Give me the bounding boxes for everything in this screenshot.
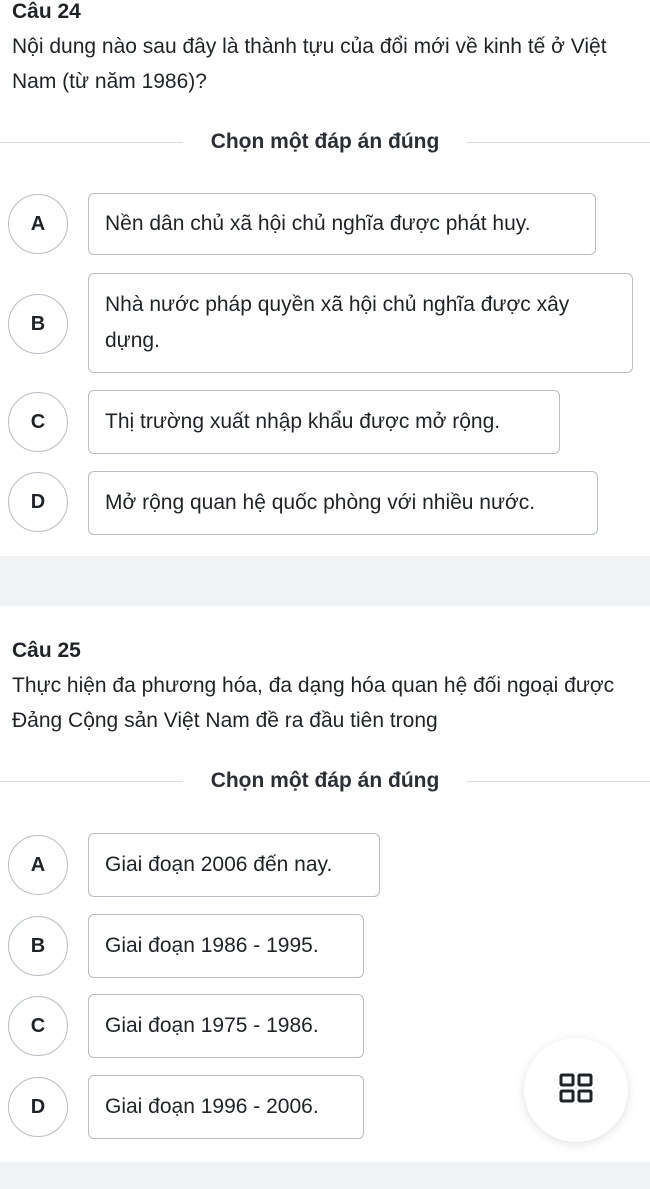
instruction-divider: Chọn một đáp án đúng [0, 127, 650, 157]
option-answer-box[interactable]: Nhà nước pháp quyền xã hội chủ nghĩa đượ… [88, 273, 633, 373]
option-letter-a[interactable]: A [8, 835, 68, 895]
instruction-label: Chọn một đáp án đúng [210, 769, 440, 792]
option-answer-box[interactable]: Giai đoạn 2006 đến nay. [88, 833, 380, 897]
grid-icon[interactable] [559, 1073, 593, 1108]
divider-line-left [0, 780, 183, 782]
divider-line-right [467, 141, 650, 143]
question-grid-button[interactable] [524, 1038, 628, 1142]
divider-line-right [467, 780, 650, 782]
option-letter-circle[interactable]: D [8, 1077, 68, 1137]
option-answer-box[interactable]: Mở rộng quan hệ quốc phòng với nhiều nướ… [88, 471, 598, 535]
option-letter-circle[interactable]: C [8, 996, 68, 1056]
option-letter-circle[interactable]: D [8, 472, 68, 532]
question-number: Câu 24 [12, 0, 81, 23]
option-answer-box[interactable]: Thị trường xuất nhập khẩu được mở rộng. [88, 390, 560, 454]
question-text: Thực hiện đa phương hóa, đa dạng hóa qua… [12, 674, 615, 732]
option-letter-a[interactable]: A [8, 194, 68, 254]
option-letter-circle[interactable]: A [8, 835, 68, 895]
option-letter-c[interactable]: C [8, 996, 68, 1056]
divider-line-left [0, 141, 183, 143]
option-answer-box[interactable]: Giai đoạn 1996 - 2006. [88, 1075, 364, 1139]
instruction-label: Chọn một đáp án đúng [210, 130, 440, 153]
option-letter-b[interactable]: B [8, 294, 68, 354]
option-letter-b[interactable]: B [8, 916, 68, 976]
option-letter-circle[interactable]: B [8, 916, 68, 976]
question-text: Nội dung nào sau đây là thành tựu của đổ… [12, 35, 607, 93]
option-letter-circle[interactable]: A [8, 194, 68, 254]
option-letter-c[interactable]: C [8, 392, 68, 452]
option-answer-box[interactable]: Nền dân chủ xã hội chủ nghĩa được phát h… [88, 193, 596, 255]
question-card-24: Câu 24 Nội dung nào sau đây là thành tựu… [0, 0, 650, 556]
option-answer-box[interactable]: Giai đoạn 1975 - 1986. [88, 994, 364, 1058]
option-letter-circle[interactable]: B [8, 294, 68, 354]
option-letter-d[interactable]: D [8, 472, 68, 532]
option-answer-box[interactable]: Giai đoạn 1986 - 1995. [88, 914, 364, 978]
instruction-divider: Chọn một đáp án đúng [0, 766, 650, 796]
question-number: Câu 25 [12, 639, 81, 662]
option-letter-circle[interactable]: C [8, 392, 68, 452]
option-letter-d[interactable]: D [8, 1077, 68, 1137]
